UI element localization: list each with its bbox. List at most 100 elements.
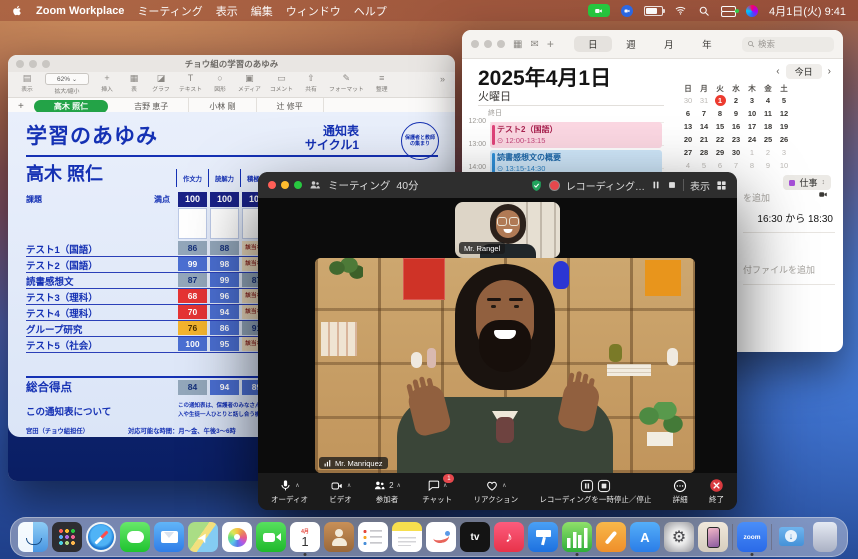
toolbar-chart-button[interactable]: ◪グラフ [152, 73, 170, 93]
toolbar-organize-button[interactable]: ≡整理 [373, 73, 391, 93]
mini-month-day[interactable]: 3 [744, 94, 760, 107]
toolbar-table-button[interactable]: ▦表 [125, 73, 143, 93]
mini-month-day[interactable]: 24 [744, 133, 760, 146]
wifi-icon[interactable] [674, 5, 687, 16]
dock-item-zoom[interactable]: zoom [737, 522, 767, 552]
mini-month-day[interactable]: 22 [712, 133, 728, 146]
stop-recording-button-icon[interactable] [597, 479, 611, 493]
chevron-up-icon[interactable]: ∧ [397, 482, 401, 489]
mini-month-day[interactable]: 9 [760, 159, 776, 172]
mini-month-day[interactable]: 4 [760, 94, 776, 107]
view-segment[interactable]: 週 [612, 36, 650, 52]
dock-item-reminders[interactable] [358, 522, 388, 552]
view-segment[interactable]: 日 [574, 36, 612, 52]
dock-item-calendar[interactable]: 4月1 [290, 522, 320, 552]
menu-item[interactable]: ヘルプ [354, 3, 387, 19]
dock-item-safari[interactable] [86, 522, 116, 552]
toolbar-panes-button[interactable]: ▤表示 [18, 73, 36, 93]
mini-month-day[interactable]: 19 [776, 120, 792, 133]
mini-month-day[interactable]: 6 [680, 107, 696, 120]
add-event-icon[interactable]: + [547, 37, 554, 51]
toolbar-overflow-icon[interactable]: » [440, 73, 445, 85]
toolbar-zoombox-button[interactable]: 62%⌄拡大/縮小 [45, 73, 89, 95]
mini-month-day[interactable]: 9 [728, 107, 744, 120]
menu-item[interactable]: 表示 [216, 3, 238, 19]
mini-month-day[interactable]: 20 [680, 133, 696, 146]
chat-control-button[interactable]: ∧1チャット [422, 478, 452, 505]
search-field[interactable]: 検索 [742, 37, 834, 52]
toolbar-comment-button[interactable]: ▭コメント [270, 73, 293, 93]
inbox-icon[interactable]: ✉ [530, 39, 538, 50]
menu-bar-clock[interactable]: 4月1日(火) 9:41 [769, 3, 846, 19]
mini-month-day[interactable]: 30 [680, 94, 696, 107]
mini-month-day[interactable]: 1 [712, 94, 728, 107]
numbers-titlebar[interactable]: チョウ組の学習のあゆみ [8, 55, 455, 72]
add-attachment-label[interactable]: 付ファイルを追加 [743, 263, 815, 276]
mini-month-day[interactable]: 7 [728, 159, 744, 172]
mini-month-day[interactable]: 18 [760, 120, 776, 133]
battery-icon[interactable] [644, 6, 663, 16]
mini-month-day[interactable]: 30 [728, 146, 744, 159]
dock-item-settings[interactable]: ⚙ [664, 522, 694, 552]
window-controls[interactable] [471, 40, 505, 48]
add-invitees-label[interactable]: を追加 [743, 191, 770, 204]
toolbar-text-button[interactable]: Tテキスト [179, 73, 202, 93]
mini-month-day[interactable]: 14 [696, 120, 712, 133]
dock-item-tv[interactable]: tv [460, 522, 490, 552]
mini-month-day[interactable]: 11 [760, 107, 776, 120]
dock-item-downloads[interactable] [776, 522, 806, 552]
view-segment[interactable]: 年 [688, 36, 726, 52]
dock-item-finder[interactable] [18, 522, 48, 552]
mini-month-day[interactable]: 31 [696, 94, 712, 107]
toolbar-media-button[interactable]: ▣メディア [238, 73, 261, 93]
mini-month-day[interactable]: 27 [680, 146, 696, 159]
stop-recording-icon[interactable] [667, 180, 677, 190]
mini-month-day[interactable]: 5 [776, 94, 792, 107]
apple-menu-icon[interactable] [12, 4, 23, 17]
speaker-video-tile[interactable]: Mr. Manriquez [315, 258, 695, 473]
mini-month-day[interactable]: 5 [696, 159, 712, 172]
prev-button[interactable]: ‹ [776, 66, 779, 77]
menu-item[interactable]: 編集 [251, 3, 273, 19]
mini-month-day[interactable]: 25 [760, 133, 776, 146]
people-control-button[interactable]: 2∧参加者 [373, 478, 401, 505]
dock-item-maps[interactable] [188, 522, 218, 552]
mini-month-day[interactable]: 8 [712, 107, 728, 120]
view-segment[interactable]: 月 [650, 36, 688, 52]
sheet-tab[interactable]: 高木 照仁 [34, 100, 108, 113]
zoom-titlebar[interactable]: ミーティング40分 レコーディング… 表示 [258, 172, 737, 198]
dock-item-keynote[interactable] [528, 522, 558, 552]
today-button[interactable]: 今日 [786, 64, 822, 79]
dock-item-numbers[interactable] [562, 522, 592, 552]
mini-month-day[interactable]: 28 [696, 146, 712, 159]
mini-month-day[interactable]: 21 [696, 133, 712, 146]
view-menu-label[interactable]: 表示 [690, 178, 710, 193]
mini-month-day[interactable]: 23 [728, 133, 744, 146]
chevron-up-icon[interactable]: ∧ [295, 482, 299, 489]
mini-month-day[interactable]: 26 [776, 133, 792, 146]
next-button[interactable]: › [828, 66, 831, 77]
mini-month-day[interactable]: 13 [680, 120, 696, 133]
mini-month-day[interactable]: 6 [712, 159, 728, 172]
pausestop-control-button[interactable]: レコーディングを一時停止／停止 [539, 478, 651, 505]
calendar-event[interactable]: テスト2（国語）⊙ 12:00-13:15 [490, 122, 662, 148]
spotlight-search-icon[interactable] [698, 5, 710, 17]
mini-month-day[interactable]: 29 [712, 146, 728, 159]
pause-recording-icon[interactable] [651, 180, 661, 190]
toolbar-format-button[interactable]: ✎フォーマット [329, 73, 364, 93]
mini-month-day[interactable]: 2 [760, 146, 776, 159]
zoom-menu-icon[interactable] [621, 5, 633, 17]
dock-item-notes[interactable] [392, 522, 422, 552]
mini-month-day[interactable]: 4 [680, 159, 696, 172]
security-shield-icon[interactable] [530, 179, 543, 192]
calendar-list-icon[interactable]: ▦ [513, 39, 522, 50]
dock-item-facetime[interactable] [256, 522, 286, 552]
screen-mirroring-icon[interactable] [721, 6, 735, 15]
mini-month-day[interactable]: 17 [744, 120, 760, 133]
more-control-button[interactable]: 詳細 [673, 478, 688, 505]
dock-item-launchpad[interactable] [52, 522, 82, 552]
toolbar-shape-button[interactable]: ○図形 [211, 73, 229, 93]
calendar-titlebar[interactable]: ▦ ✉ + 日週月年 検索 [462, 30, 843, 59]
mini-month-day[interactable]: 12 [776, 107, 792, 120]
dock-item-appstore[interactable]: A [630, 522, 660, 552]
